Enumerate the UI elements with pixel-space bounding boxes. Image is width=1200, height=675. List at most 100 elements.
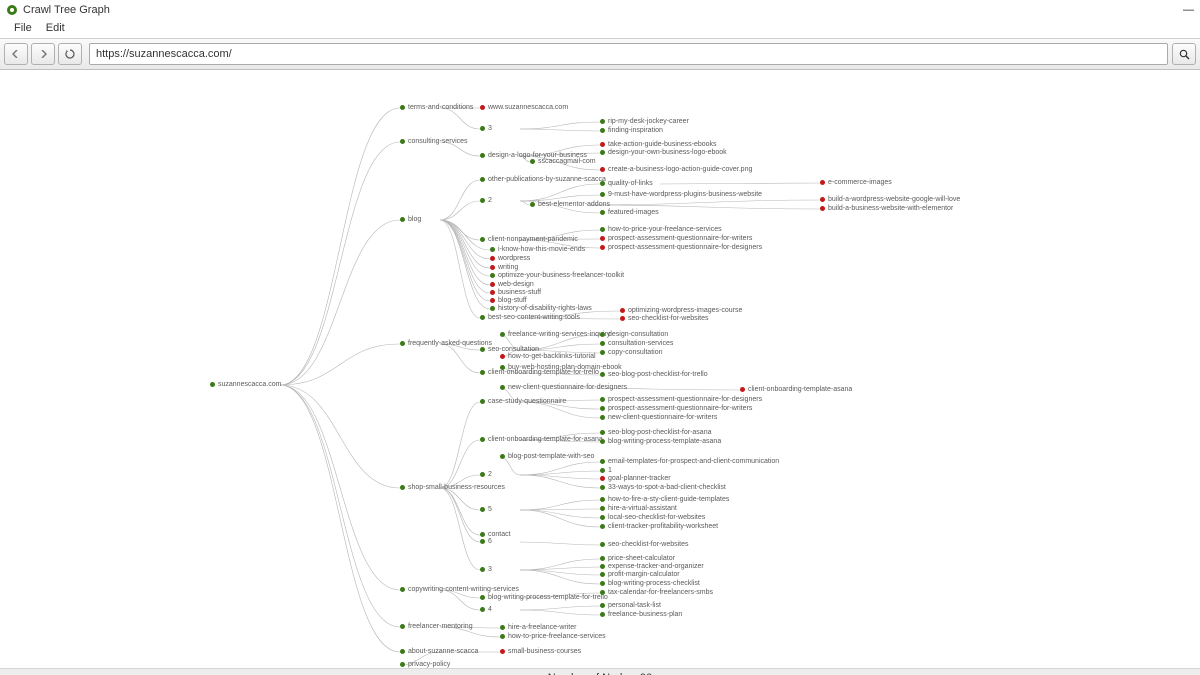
node-dot-icon	[500, 454, 505, 459]
graph-node[interactable]: blog-writing-process-checklist	[600, 580, 700, 587]
graph-node[interactable]: freelancer-mentoring	[400, 623, 473, 630]
graph-node[interactable]: design-your-own-business-logo-ebook	[600, 149, 727, 156]
graph-node[interactable]: goal-planner-tracker	[600, 475, 671, 482]
graph-node[interactable]: optimize-your-business-freelancer-toolki…	[490, 272, 624, 279]
graph-node[interactable]: featured-images	[600, 209, 659, 216]
graph-node[interactable]: best-seo-content-writing-tools	[480, 314, 580, 321]
graph-node[interactable]: business-stuff	[490, 289, 541, 296]
graph-node[interactable]: client-nonpayment-pandemic	[480, 236, 578, 243]
graph-node[interactable]: 1	[600, 467, 612, 474]
graph-node[interactable]: best-elementor-addons	[530, 201, 610, 208]
graph-node[interactable]: 3	[480, 125, 492, 132]
graph-node[interactable]: client-tracker-profitability-worksheet	[600, 523, 718, 530]
graph-node[interactable]: create-a-business-logo-action-guide-cove…	[600, 166, 752, 173]
graph-node[interactable]: rip-my-desk-jockey-career	[600, 118, 689, 125]
graph-node[interactable]: blog-writing-process-template-asana	[600, 438, 721, 445]
graph-node[interactable]: seo-checklist-for-websites	[600, 541, 689, 548]
graph-node[interactable]: shop-small-business-resources	[400, 484, 505, 491]
graph-node[interactable]: www.suzannescacca.com	[480, 104, 568, 111]
graph-node[interactable]: email-templates-for-prospect-and-client-…	[600, 458, 779, 465]
node-label: 5	[488, 506, 492, 513]
graph-node[interactable]: buy-web-hosting-plan-domain-ebook	[500, 364, 622, 371]
graph-node[interactable]: about-suzanne-scacca	[400, 648, 478, 655]
graph-node[interactable]: e-commerce-images	[820, 179, 892, 186]
graph-node[interactable]: copy-consultation	[600, 349, 662, 356]
graph-node[interactable]: blog-writing-process-template-for-trello	[480, 594, 608, 601]
graph-node[interactable]: terms-and-conditions	[400, 104, 473, 111]
node-dot-icon	[600, 556, 605, 561]
graph-node[interactable]: seo-consultation	[480, 346, 539, 353]
graph-node[interactable]: expense-tracker-and-organizer	[600, 563, 704, 570]
graph-node[interactable]: blog-post-template-with-seo	[500, 453, 594, 460]
forward-button[interactable]	[31, 43, 55, 65]
graph-node[interactable]: hire-a-freelance-writer	[500, 624, 576, 631]
graph-canvas[interactable]: suzannescacca.com terms-and-conditions con…	[0, 70, 1200, 668]
graph-node[interactable]: new-client-questionnaire-for-designers	[500, 384, 627, 391]
graph-node[interactable]: freelance-business-plan	[600, 611, 682, 618]
menu-file[interactable]: File	[14, 22, 32, 34]
graph-node[interactable]: tax-calendar-for-freelancers-smbs	[600, 589, 713, 596]
graph-node[interactable]: local-seo-checklist-for-websites	[600, 514, 705, 521]
graph-node[interactable]: case-study-questionnaire	[480, 398, 566, 405]
menu-edit[interactable]: Edit	[46, 22, 65, 34]
graph-node[interactable]: 6	[480, 538, 492, 545]
graph-node[interactable]: 5	[480, 506, 492, 513]
graph-node[interactable]: new-client-questionnaire-for-writers	[600, 414, 717, 421]
graph-node[interactable]: price-sheet-calculator	[600, 555, 675, 562]
graph-node[interactable]: personal-task-list	[600, 602, 661, 609]
graph-node[interactable]: suzannescacca.com	[210, 381, 281, 388]
menubar: File Edit	[0, 20, 1200, 38]
minimize-icon[interactable]: —	[1183, 4, 1194, 16]
graph-node[interactable]: 2	[480, 197, 492, 204]
graph-node[interactable]: freelance-writing-services-inquiry	[500, 331, 610, 338]
graph-node[interactable]: build-a-wordpress-website-google-will-lo…	[820, 196, 960, 203]
graph-node[interactable]: client-onboarding-template-asana	[740, 386, 852, 393]
graph-node[interactable]: consultation-services	[600, 340, 673, 347]
graph-node[interactable]: how-to-price-freelance-services	[500, 633, 606, 640]
reload-button[interactable]	[58, 43, 82, 65]
graph-node[interactable]: sscaccagmail-com	[530, 158, 596, 165]
graph-node[interactable]: 33-ways-to-spot-a-bad-client-checklist	[600, 484, 726, 491]
graph-node[interactable]: prospect-assessment-questionnaire-for-wr…	[600, 235, 752, 242]
graph-node[interactable]: how-to-fire-a-sty-client-guide-templates	[600, 496, 729, 503]
graph-node[interactable]: seo-blog-post-checklist-for-asana	[600, 429, 712, 436]
graph-node[interactable]: frequently-asked-questions	[400, 340, 492, 347]
graph-node[interactable]: seo-blog-post-checklist-for-trello	[600, 371, 708, 378]
graph-node[interactable]: web-design	[490, 281, 534, 288]
graph-node[interactable]: prospect-assessment-questionnaire-for-wr…	[600, 405, 752, 412]
graph-node[interactable]: 2	[480, 471, 492, 478]
graph-node[interactable]: blog-stuff	[490, 297, 527, 304]
graph-node[interactable]: how-to-get-backlinks-tutorial	[500, 353, 596, 360]
graph-node[interactable]: i-know-how-this-movie-ends	[490, 246, 585, 253]
graph-node[interactable]: profit-margin-calculator	[600, 571, 680, 578]
graph-node[interactable]: copywriting-content-writing-services	[400, 586, 519, 593]
graph-node[interactable]: contact	[480, 531, 511, 538]
back-button[interactable]	[4, 43, 28, 65]
graph-node[interactable]: privacy-policy	[400, 661, 450, 668]
graph-node[interactable]: prospect-assessment-questionnaire-for-de…	[600, 244, 762, 251]
graph-node[interactable]: prospect-assessment-questionnaire-for-de…	[600, 396, 762, 403]
graph-node[interactable]: client-onboarding-template-for-asana	[480, 436, 603, 443]
graph-node[interactable]: take-action-guide-business-ebooks	[600, 141, 717, 148]
graph-node[interactable]: how-to-price-your-freelance-services	[600, 226, 722, 233]
graph-node[interactable]: build-a-business-website-with-elementor	[820, 205, 953, 212]
graph-node[interactable]: writing	[490, 264, 518, 271]
graph-node[interactable]: small-business-courses	[500, 648, 581, 655]
graph-node[interactable]: consulting-services	[400, 138, 468, 145]
search-button[interactable]	[1172, 43, 1196, 65]
graph-node[interactable]: blog	[400, 216, 421, 223]
graph-node[interactable]: hire-a-virtual-assistant	[600, 505, 677, 512]
graph-node[interactable]: history-of-disability-rights-laws	[490, 305, 592, 312]
graph-node[interactable]: seo-checklist-for-websites	[620, 315, 709, 322]
url-input[interactable]	[89, 43, 1168, 65]
graph-node[interactable]: wordpress	[490, 255, 530, 262]
graph-node[interactable]: optimizing-wordpress-images-course	[620, 307, 742, 314]
graph-node[interactable]: 3	[480, 566, 492, 573]
graph-node[interactable]: finding-inspiration	[600, 127, 663, 134]
node-label: goal-planner-tracker	[608, 475, 671, 482]
graph-node[interactable]: other-publications-by-suzanne-scacca	[480, 176, 606, 183]
graph-node[interactable]: 4	[480, 606, 492, 613]
graph-node[interactable]: 9-must-have-wordpress-plugins-business-w…	[600, 191, 762, 198]
graph-node[interactable]: quality-of-links	[600, 180, 653, 187]
graph-node[interactable]: design-consultation	[600, 331, 668, 338]
